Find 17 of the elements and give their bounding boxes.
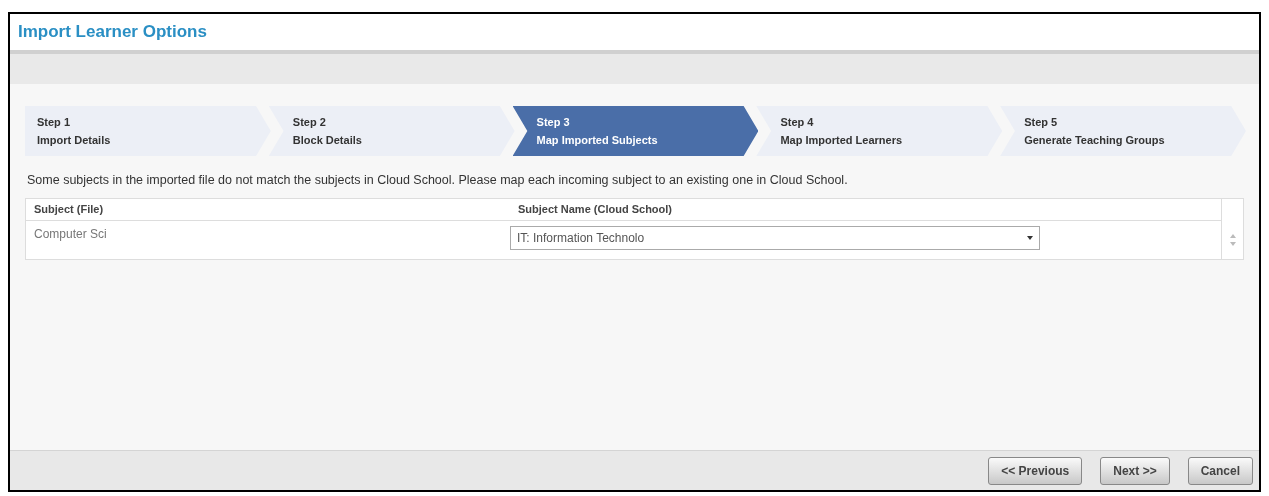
caret-icon: [1027, 235, 1033, 240]
subject-dropdown[interactable]: IT: Information Technolo: [510, 225, 1040, 250]
window-title: Import Learner Options: [18, 21, 207, 44]
instruction-text: Some subjects in the imported file do not match the subjects in Cloud School. Please map each incoming subject to an existing one in Cloud School.: [27, 172, 849, 189]
footer-button[interactable]: << Previous: [988, 456, 1083, 485]
wizard-step[interactable]: Step 1 Import Details: [25, 106, 271, 156]
table-cell-text: Computer Sci: [33, 225, 108, 243]
wizard-step[interactable]: Step 4 Map Imported Learners: [756, 106, 1003, 156]
wizard-step[interactable]: Step 3 Map Imported Subjects: [512, 106, 759, 156]
column-header: Subject Name (Cloud School): [517, 202, 672, 217]
scroll-down-icon[interactable]: [1229, 241, 1236, 246]
wizard-step[interactable]: Step 2 Block Details: [268, 106, 515, 156]
footer-button[interactable]: Next >>: [1100, 456, 1170, 485]
scroll-up-icon[interactable]: [1229, 233, 1236, 238]
column-header: Subject (File): [33, 202, 105, 217]
wizard-step[interactable]: Step 5 Generate Teaching Groups: [1000, 106, 1246, 156]
footer-button[interactable]: Cancel: [1187, 456, 1253, 485]
